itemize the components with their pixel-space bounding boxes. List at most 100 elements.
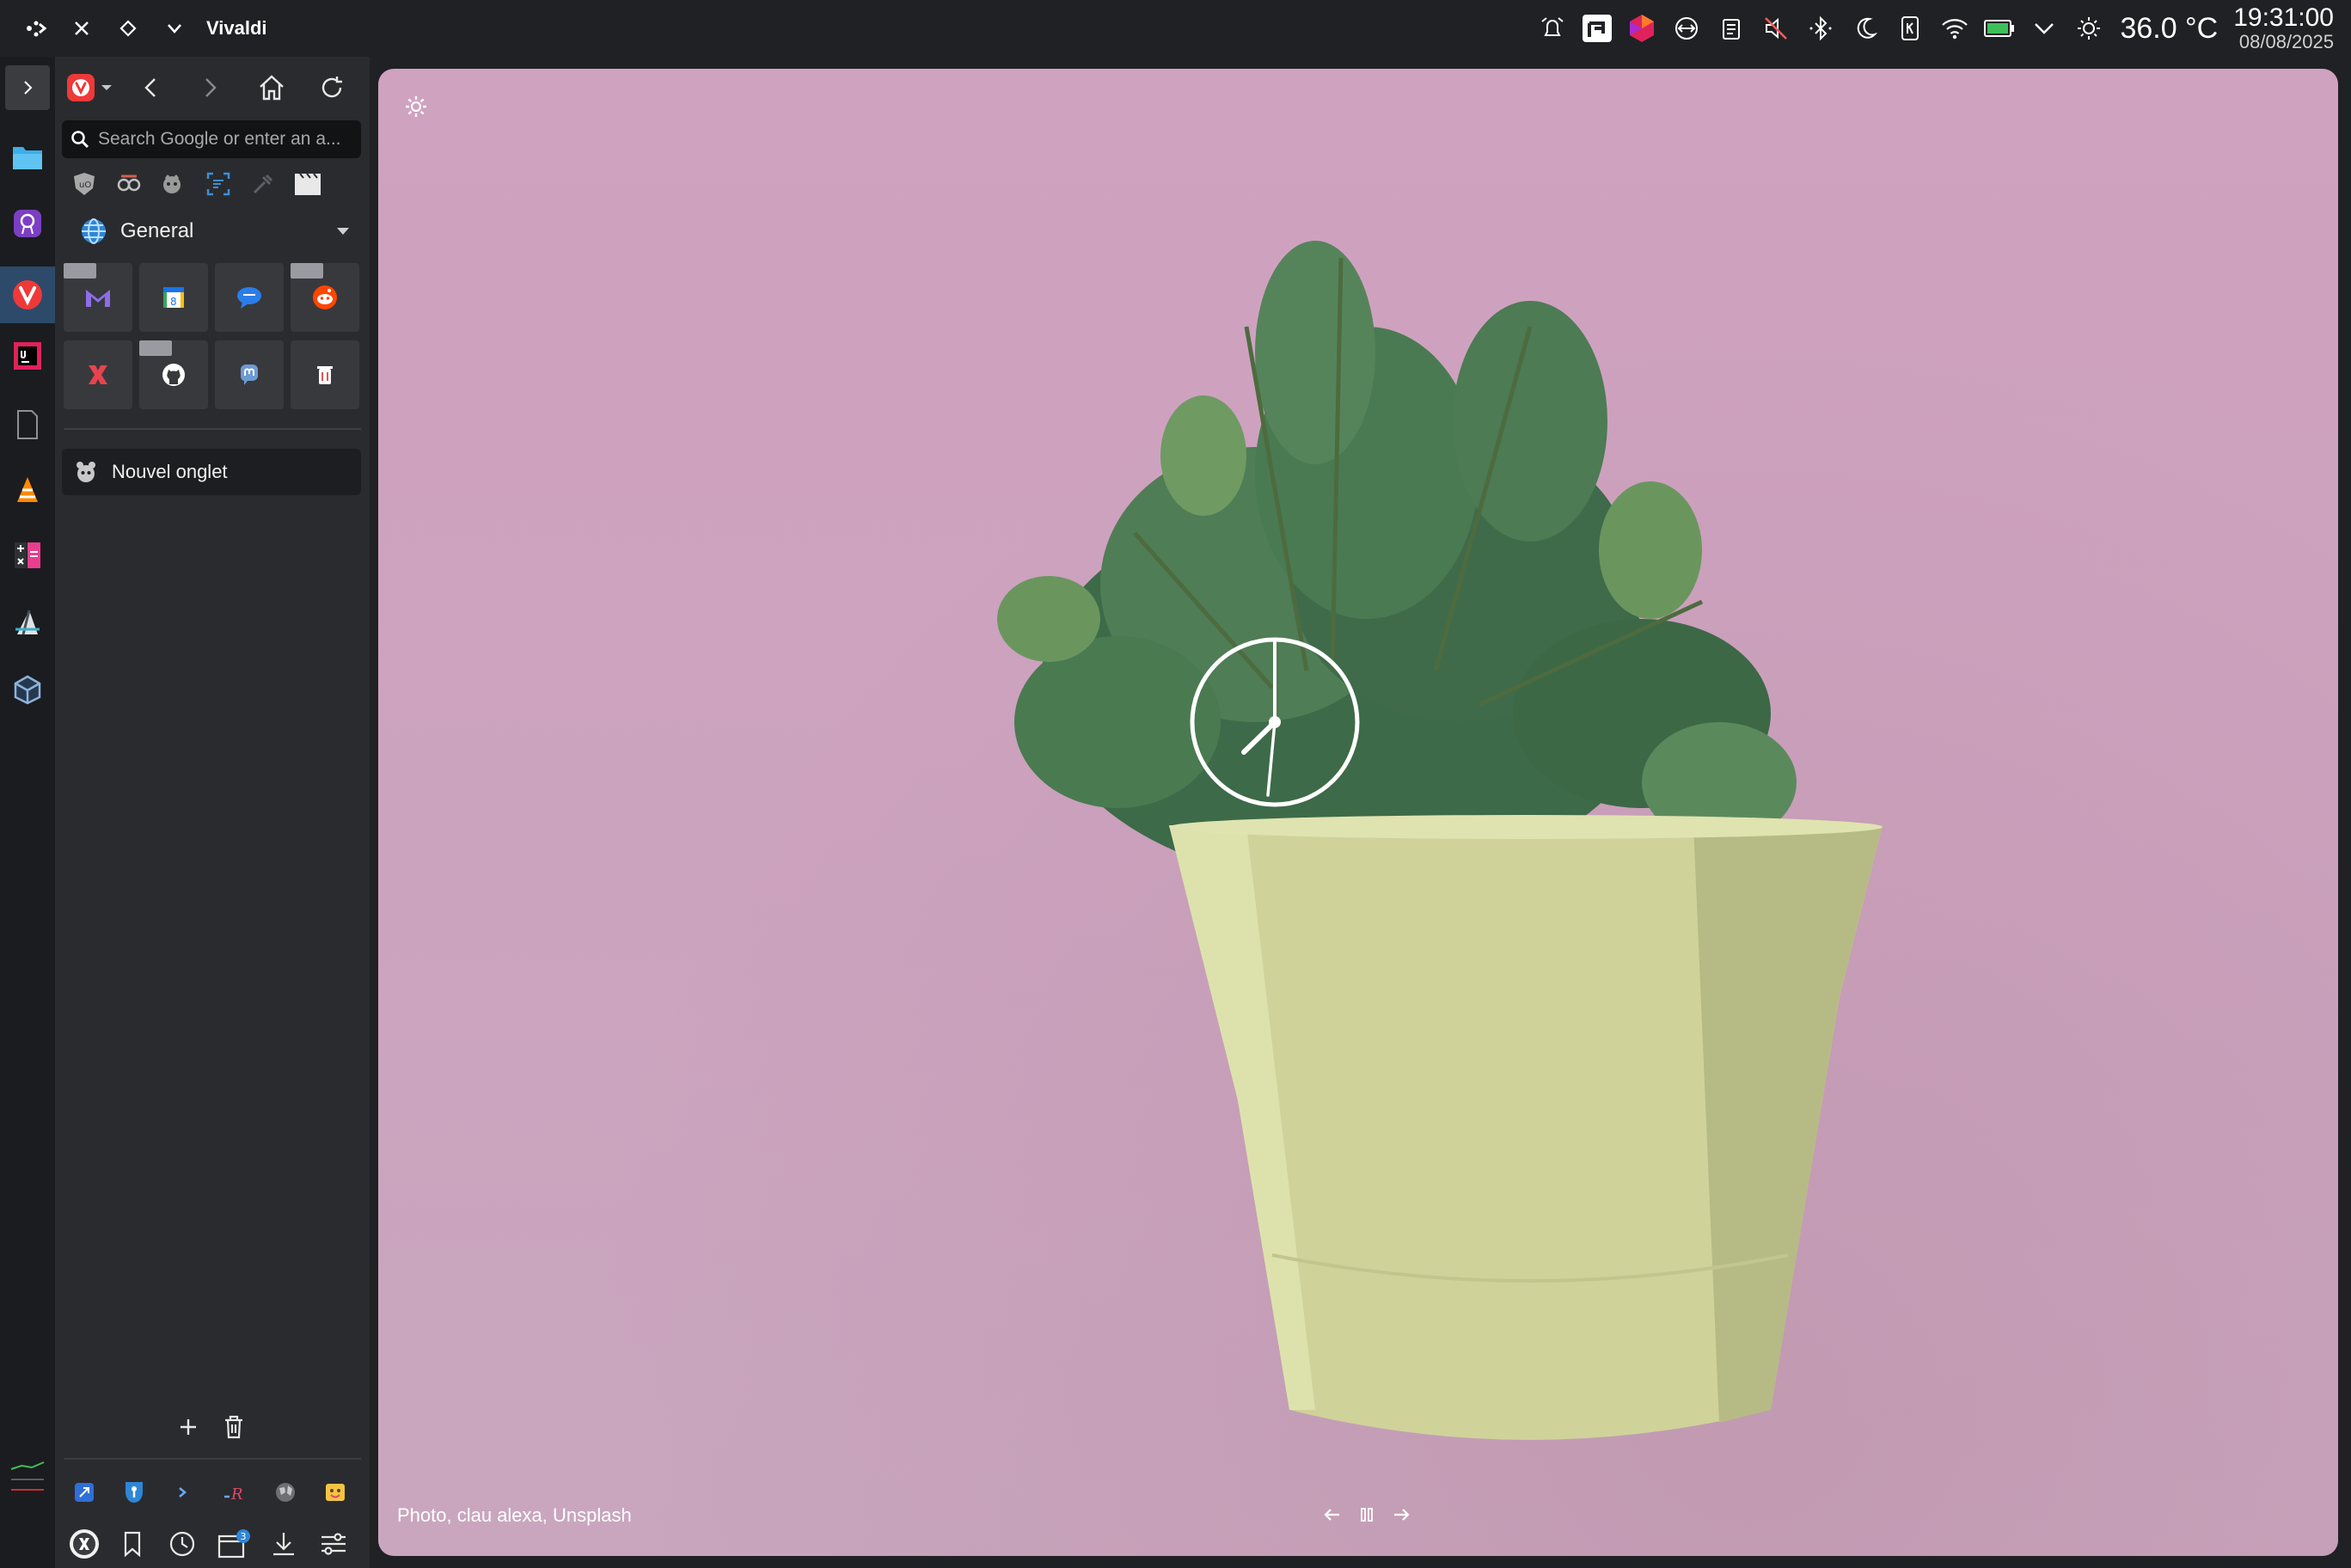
- inkscape-style-app-icon[interactable]: [5, 600, 50, 645]
- ublock-origin-extension-icon[interactable]: uO: [67, 167, 101, 201]
- badger-extension-icon[interactable]: [155, 167, 189, 201]
- workspace-selector[interactable]: General: [79, 210, 363, 253]
- reddit-icon: [313, 285, 337, 309]
- svg-text:3: 3: [241, 1531, 247, 1542]
- speed-dial-messages[interactable]: [215, 263, 284, 332]
- speed-dial-tab-marker: [291, 263, 323, 279]
- vivaldi-dock-icon[interactable]: [0, 266, 55, 323]
- kde-connect-icon[interactable]: [1664, 6, 1709, 51]
- screenshot-extension-icon[interactable]: [201, 167, 236, 201]
- plant-foliage: [997, 241, 1797, 885]
- forward-button[interactable]: [187, 65, 232, 110]
- picker-tool-extension-icon[interactable]: [246, 167, 280, 201]
- address-search-field[interactable]: Search Google or enter an a...: [62, 120, 361, 158]
- speed-dial-calendar[interactable]: 8: [139, 263, 208, 332]
- bitwarden-panel-icon[interactable]: [113, 1472, 155, 1513]
- window-panel-icon[interactable]: 3: [213, 1523, 254, 1565]
- settings-sliders-panel-icon[interactable]: [313, 1523, 354, 1565]
- dock-expand-icon[interactable]: [5, 65, 50, 110]
- panel-divider: [64, 1458, 361, 1460]
- tab-item[interactable]: Nouvel onglet: [62, 449, 361, 495]
- kagi-panel-icon[interactable]: [64, 1523, 105, 1565]
- intellij-idea-icon[interactable]: [5, 334, 50, 378]
- rss-reader-panel-icon[interactable]: R: [213, 1472, 254, 1513]
- volume-muted-icon[interactable]: [1754, 6, 1798, 51]
- start-page-background: Photo, clau alexa, Unsplash: [378, 69, 2338, 1556]
- app-launcher-icon[interactable]: [12, 5, 58, 52]
- downloads-panel-icon[interactable]: [263, 1523, 304, 1565]
- bookmarks-panel-icon[interactable]: [112, 1523, 153, 1565]
- panel-divider: [64, 428, 361, 430]
- start-page-settings-icon[interactable]: [397, 88, 435, 126]
- previous-background-button[interactable]: [1315, 1496, 1350, 1534]
- kagi-icon: [89, 365, 107, 384]
- window-menu-chevron-icon[interactable]: [151, 5, 198, 52]
- vivaldi-panel: Search Google or enter an a... uO Genera…: [55, 57, 370, 1568]
- reload-button[interactable]: [309, 65, 354, 110]
- digital-clock[interactable]: 19:31:00 08/08/2025: [2233, 5, 2334, 52]
- speed-dial-kagi[interactable]: [64, 340, 132, 409]
- clock-time: 19:31:00: [2233, 3, 2334, 32]
- photo-credit[interactable]: Photo, clau alexa, Unsplash: [397, 1504, 632, 1527]
- clock-date: 08/08/2025: [2238, 31, 2334, 52]
- emoji-panel-icon[interactable]: [315, 1472, 356, 1513]
- speed-dial-reddit[interactable]: [291, 263, 359, 332]
- close-window-icon[interactable]: [58, 5, 105, 52]
- screen-share-icon[interactable]: [1575, 6, 1619, 51]
- speed-dial-trash[interactable]: [291, 340, 359, 409]
- speed-dial-mastodon[interactable]: [215, 340, 284, 409]
- tray-expand-chevron-icon[interactable]: [2022, 6, 2066, 51]
- pause-background-button[interactable]: [1350, 1496, 1384, 1534]
- vlc-icon[interactable]: [5, 468, 50, 512]
- mastodon-icon: [240, 364, 258, 385]
- add-tab-button[interactable]: [169, 1408, 207, 1446]
- kdeconnect-device-icon[interactable]: [1888, 6, 1932, 51]
- clock-hour-hand: [1241, 720, 1277, 755]
- speed-dial-github[interactable]: [139, 340, 208, 409]
- calculator-icon[interactable]: [5, 533, 50, 578]
- wifi-icon[interactable]: [1932, 6, 1977, 51]
- night-color-icon[interactable]: [1843, 6, 1888, 51]
- clapperboard-extension-icon[interactable]: [291, 167, 325, 201]
- github-icon: [162, 364, 185, 386]
- back-button[interactable]: [129, 65, 174, 110]
- dictionary-panel-icon[interactable]: [64, 1472, 105, 1513]
- file-manager-icon[interactable]: [5, 134, 50, 179]
- alarm-icon[interactable]: [1530, 6, 1575, 51]
- trash-button[interactable]: [215, 1408, 253, 1446]
- svg-text:R: R: [230, 1485, 243, 1504]
- text-document-icon[interactable]: [5, 402, 50, 447]
- terminal-panel-icon[interactable]: [163, 1472, 205, 1513]
- virtualbox-icon[interactable]: [5, 667, 50, 712]
- next-background-button[interactable]: [1384, 1496, 1418, 1534]
- history-panel-icon[interactable]: [162, 1523, 203, 1565]
- vivaldi-menu-button[interactable]: [62, 65, 117, 110]
- system-title-bar: Vivaldi 36.0 °C 19:31:00 08/08/2025: [0, 0, 2351, 57]
- plant-pot-photo: [997, 241, 1883, 1440]
- background-slideshow-controls: [1315, 1496, 1418, 1534]
- home-button[interactable]: [249, 65, 294, 110]
- keep-above-icon[interactable]: [105, 5, 151, 52]
- workspace-dropdown-icon: [337, 228, 349, 235]
- privacy-badger-extension-icon[interactable]: [112, 167, 146, 201]
- bluetooth-icon[interactable]: [1798, 6, 1843, 51]
- brightness-icon[interactable]: [2066, 6, 2111, 51]
- web-globe-panel-icon[interactable]: [265, 1472, 306, 1513]
- clipboard-icon[interactable]: [1709, 6, 1754, 51]
- speed-dial-mail[interactable]: [64, 263, 132, 332]
- mail-icon: [86, 290, 110, 307]
- calendar-icon: 8: [163, 287, 184, 308]
- battery-icon[interactable]: [1977, 6, 2022, 51]
- app-dock: [0, 57, 55, 1568]
- clock-second-hand: [1266, 720, 1277, 797]
- weather-temperature[interactable]: 36.0 °C: [2120, 12, 2218, 46]
- system-monitor-graph-icon[interactable]: [5, 1455, 50, 1494]
- gitkraken-icon[interactable]: [5, 201, 50, 246]
- svg-text:8: 8: [170, 296, 177, 308]
- search-placeholder: Search Google or enter an a...: [98, 129, 341, 149]
- trash-bin-icon: [317, 366, 333, 384]
- workspace-name: General: [120, 219, 194, 242]
- jetbrains-toolbox-icon[interactable]: [1619, 6, 1664, 51]
- speed-dial-tab-marker: [139, 340, 172, 356]
- globe-icon: [82, 218, 106, 244]
